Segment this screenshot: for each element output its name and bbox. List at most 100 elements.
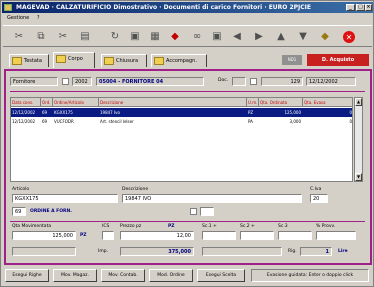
magazzino-badge: ND1: [282, 55, 302, 65]
book-icon[interactable]: ◆: [167, 29, 183, 44]
ordine-num-field[interactable]: 69: [12, 207, 26, 216]
sc3-field[interactable]: [278, 231, 312, 240]
scroll-down-icon[interactable]: ▼: [355, 173, 362, 181]
stato-text: Lire: [338, 249, 348, 254]
importo-extra-field: [202, 247, 282, 256]
qta-um: PZ: [80, 233, 87, 238]
importo-field: 375,000: [120, 247, 194, 256]
sc3-label: Sc.3: [278, 224, 288, 229]
ics-field[interactable]: [102, 231, 114, 240]
descrizione-field[interactable]: 19847 IVO: [122, 194, 302, 203]
sc2-field[interactable]: [240, 231, 274, 240]
tab-accompagn[interactable]: Accompagn.: [151, 54, 207, 67]
ordine-text: ORDINE A FORN.: [30, 209, 72, 214]
status-bar: Esegui Righe Mov. Magaz. Mov. Contab. Mo…: [3, 266, 372, 286]
grid-header: Data cons. Ord. Ordine/Articolo Descrizi…: [11, 98, 352, 107]
tipo-select[interactable]: Fornitore: [10, 77, 58, 86]
arrow-right-icon[interactable]: ▶: [251, 29, 267, 44]
print-icon[interactable]: ▤: [77, 29, 93, 44]
paste-icon[interactable]: ✂: [55, 29, 71, 44]
minimize-button[interactable]: _: [346, 4, 355, 11]
window-title: MAGEVAD · CALZATURIFICIO Dimostrativo · …: [16, 4, 312, 11]
folder-icon: [154, 57, 164, 65]
col-descrizione: Descrizione: [99, 98, 247, 107]
refresh-icon[interactable]: ↻: [107, 29, 123, 44]
save-icon[interactable]: ▣: [127, 29, 143, 44]
table-row[interactable]: 12/12/2002 69 VUCFODR Art. stencil lelse…: [11, 117, 352, 126]
articolo-field[interactable]: KGXX175: [12, 194, 118, 203]
provv-label: % Provv.: [316, 224, 336, 229]
stop-icon[interactable]: ✕: [343, 31, 355, 43]
provv-field[interactable]: [316, 231, 356, 240]
righe-label: Rig.: [288, 249, 297, 254]
arrow-left-icon[interactable]: ◀: [229, 29, 245, 44]
prezzo-label: Prezzo pz: [120, 224, 142, 229]
prezzo-field[interactable]: 12,00: [120, 231, 194, 240]
totale-field: [12, 247, 76, 256]
fornitore-field[interactable]: 05004 - FORNITORE 04: [96, 77, 204, 86]
iva-field[interactable]: 20: [310, 194, 328, 203]
status-info: Evasione guidata: Enter o doppio click: [251, 269, 369, 282]
mov-magaz-button[interactable]: Mov. Magaz.: [53, 269, 97, 282]
cut-icon[interactable]: ✂: [11, 29, 27, 44]
arrow-down-icon[interactable]: ▼: [295, 29, 311, 44]
tab-corpo[interactable]: Corpo: [53, 52, 95, 68]
table-row[interactable]: 12/12/2002 69 KGXX175 19847 Ivo PZ 125,0…: [11, 108, 352, 117]
menu-bar: Gestione ?: [2, 14, 373, 23]
esegui-scelta-button[interactable]: Esegui Scelta: [197, 269, 245, 282]
folder-icon: [104, 57, 114, 65]
doc-type-field[interactable]: [232, 77, 246, 86]
qta-label: Qta Movimentata: [12, 224, 52, 229]
tag-icon[interactable]: ◆: [317, 29, 333, 44]
divider: [10, 221, 365, 222]
divider: [10, 91, 365, 92]
maximize-button[interactable]: □: [356, 4, 365, 11]
sc1-field[interactable]: [202, 231, 236, 240]
articolo-label: Articolo: [12, 187, 30, 192]
grid-scrollbar[interactable]: ▲ ▼: [354, 97, 363, 182]
menu-help[interactable]: ?: [37, 15, 40, 21]
mod-ordine-button[interactable]: Mod. Ordine: [149, 269, 193, 282]
tab-strip: Testata Corpo Chiusura Accompagn. ND1 D.…: [3, 51, 372, 69]
esegui-righe-button[interactable]: Esegui Righe: [5, 269, 49, 282]
ordine-check[interactable]: [190, 208, 197, 215]
copy-icon[interactable]: ⧉: [33, 29, 49, 44]
toolbar: ✂ ⧉ ✂ ▤ ↻ ▣ ▦ ◆ ∞ ▣ ◀ ▶ ▲ ▼ ◆ ✕: [3, 25, 372, 47]
close-button[interactable]: ×: [365, 4, 372, 11]
floppy-icon[interactable]: ▦: [147, 29, 163, 44]
doc-number-field[interactable]: 129: [261, 77, 303, 86]
copy-doc-icon[interactable]: ▣: [209, 29, 225, 44]
col-articolo: Ordine/Articolo: [53, 98, 99, 107]
title-bar: MAGEVAD · CALZATURIFICIO Dimostrativo · …: [2, 2, 373, 13]
importo-label: Imp.: [98, 249, 108, 254]
iva-label: C.Iva: [310, 187, 322, 192]
doc-check[interactable]: [250, 78, 257, 85]
descrizione-label: Descrizione: [122, 187, 149, 192]
col-ord: Ord.: [41, 98, 53, 107]
qta-field[interactable]: 125,000: [12, 231, 76, 240]
col-qta-ord: Qta. Ordinata: [259, 98, 303, 107]
tab-testata[interactable]: Testata: [9, 54, 49, 67]
tab-chiusura[interactable]: Chiusura: [101, 54, 147, 67]
ordine-extra-field[interactable]: [200, 207, 214, 216]
folder-icon: [12, 57, 22, 65]
col-qta-evasa: Qta. Evasa: [303, 98, 352, 107]
document-type-badge: D. Acquisto: [307, 54, 369, 66]
tipo-check[interactable]: [62, 78, 69, 85]
righe-grid[interactable]: Data cons. Ord. Ordine/Articolo Descrizi…: [10, 97, 353, 182]
menu-gestione[interactable]: Gestione: [7, 15, 29, 21]
corpo-panel: Fornitore 2002 05004 - FORNITORE 04 Doc.…: [4, 69, 372, 265]
app-window: MAGEVAD · CALZATURIFICIO Dimostrativo · …: [0, 0, 374, 287]
app-icon: [4, 4, 12, 11]
binoculars-icon[interactable]: ∞: [189, 29, 205, 44]
doc-date-field[interactable]: 12/12/2002: [306, 77, 356, 86]
righe-field: 1: [300, 247, 332, 256]
ics-label: ICS: [102, 224, 110, 229]
arrow-up-icon[interactable]: ▲: [273, 29, 289, 44]
mov-contab-button[interactable]: Mov. Contab.: [101, 269, 145, 282]
prezzo-um: PZ: [168, 224, 175, 229]
scroll-up-icon[interactable]: ▲: [355, 98, 362, 106]
anno-field[interactable]: 2002: [72, 77, 92, 86]
folder-icon: [56, 55, 66, 63]
col-um: U.m.: [247, 98, 259, 107]
